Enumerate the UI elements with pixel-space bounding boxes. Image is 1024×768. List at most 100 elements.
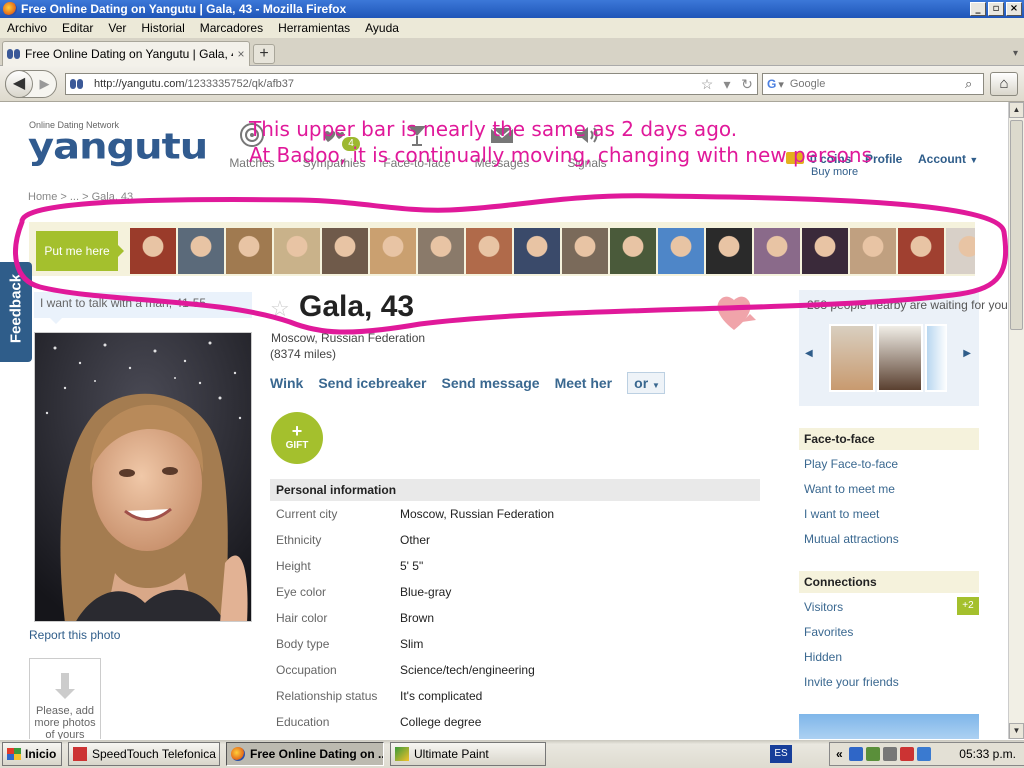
play-face-to-face-link[interactable]: Play Face-to-face xyxy=(799,450,979,475)
start-button[interactable]: Inicio xyxy=(2,742,62,766)
featured-user-photo[interactable] xyxy=(274,228,320,274)
close-button[interactable]: × xyxy=(1006,2,1022,16)
annotation-text: This upper bar is nearly the same as 2 d… xyxy=(249,116,872,168)
nearby-thumbnail[interactable] xyxy=(877,324,923,392)
scroll-down-icon[interactable]: ▼ xyxy=(1009,723,1024,739)
task-speedtouch[interactable]: SpeedTouch Telefonica ... xyxy=(68,742,220,766)
featured-user-photo[interactable] xyxy=(562,228,608,274)
tab-close-icon[interactable]: × xyxy=(233,47,249,61)
volume-icon[interactable] xyxy=(916,747,931,761)
tab-yangutu[interactable]: Free Online Dating on Yangutu | Gala, 43… xyxy=(2,41,250,66)
new-tab-button[interactable]: + xyxy=(253,44,275,64)
home-button[interactable]: ⌂ xyxy=(990,72,1018,96)
want-to-meet-me-link[interactable]: Want to meet me xyxy=(799,475,979,500)
menu-ver[interactable]: Ver xyxy=(108,21,126,35)
send-message-button[interactable]: Send message xyxy=(442,375,540,391)
url-bar[interactable]: http://yangutu.com/1233335752/qk/afb37 ☆… xyxy=(65,73,758,95)
security-icon[interactable] xyxy=(899,747,914,761)
search-bar[interactable]: G ▾ Google ⌕ xyxy=(762,73,984,95)
reload-icon[interactable]: ↻ xyxy=(737,76,757,93)
site-identity-icon[interactable] xyxy=(70,79,86,89)
report-photo-link[interactable]: Report this photo xyxy=(29,628,120,642)
favorite-star-icon[interactable]: ☆ xyxy=(270,296,290,322)
profile-main-photo[interactable] xyxy=(34,332,252,622)
profile-distance: (8374 miles) xyxy=(270,347,337,361)
maximize-button[interactable]: ▫ xyxy=(988,2,1004,16)
feedback-tab[interactable]: Feedback xyxy=(0,262,32,362)
promo-banner[interactable] xyxy=(799,714,979,739)
put-me-here-button[interactable]: Put me here xyxy=(36,231,124,271)
url-text[interactable]: http://yangutu.com/1233335752/qk/afb37 xyxy=(94,78,697,90)
featured-user-photo[interactable] xyxy=(658,228,704,274)
account-menu[interactable]: Account ▼ xyxy=(918,152,978,166)
search-engine-dropdown-icon[interactable]: ▾ xyxy=(778,78,784,91)
info-row: Occupation Science/tech/engineering xyxy=(276,663,535,677)
featured-user-photo[interactable] xyxy=(466,228,512,274)
nearby-thumbnail[interactable] xyxy=(925,324,947,392)
carousel-right-arrow-icon[interactable]: ▶ xyxy=(963,348,971,359)
featured-user-photo[interactable] xyxy=(706,228,752,274)
task-ultimate-paint[interactable]: Ultimate Paint xyxy=(390,742,546,766)
mutual-attractions-link[interactable]: Mutual attractions xyxy=(799,525,979,550)
breadcrumb[interactable]: Home > ... > Gala, 43 xyxy=(28,191,133,203)
featured-user-photo[interactable] xyxy=(898,228,944,274)
visitors-link[interactable]: Visitors +2 xyxy=(799,593,979,618)
bookmark-star-icon[interactable]: ☆ xyxy=(697,76,717,93)
menu-marcadores[interactable]: Marcadores xyxy=(200,21,263,35)
hidden-link[interactable]: Hidden xyxy=(799,643,979,668)
menu-herramientas[interactable]: Herramientas xyxy=(278,21,350,35)
display-icon[interactable] xyxy=(882,747,897,761)
info-row: Hair color Brown xyxy=(276,611,435,625)
forward-button[interactable]: ▶ xyxy=(33,76,56,92)
tray-expand-icon[interactable]: « xyxy=(836,747,843,761)
firefox-window: Free Online Dating on Yangutu | Gala, 43… xyxy=(0,0,1024,768)
google-search-engine-icon[interactable]: G xyxy=(767,77,776,91)
tray-app-icon[interactable] xyxy=(865,747,880,761)
featured-user-photo[interactable] xyxy=(754,228,800,274)
featured-user-photo[interactable] xyxy=(226,228,272,274)
search-input[interactable]: Google xyxy=(790,78,965,90)
featured-user-photo[interactable] xyxy=(610,228,656,274)
menu-historial[interactable]: Historial xyxy=(141,21,184,35)
tab-list-icon[interactable]: ▾ xyxy=(1013,48,1018,59)
featured-user-photo[interactable] xyxy=(946,228,975,274)
task-firefox[interactable]: Free Online Dating on ... xyxy=(226,742,384,766)
add-photos-box[interactable]: Please, add more photos of yours xyxy=(29,658,101,739)
heart-icon[interactable] xyxy=(714,292,758,332)
menu-editar[interactable]: Editar xyxy=(62,21,93,35)
scroll-up-icon[interactable]: ▲ xyxy=(1009,102,1024,118)
back-forward-group: ◀ ▶ xyxy=(5,70,57,98)
featured-user-photo[interactable] xyxy=(418,228,464,274)
featured-user-photo[interactable] xyxy=(322,228,368,274)
i-want-to-meet-link[interactable]: I want to meet xyxy=(799,500,979,525)
wink-button[interactable]: Wink xyxy=(270,375,303,391)
send-icebreaker-button[interactable]: Send icebreaker xyxy=(318,375,426,391)
featured-user-photo[interactable] xyxy=(130,228,176,274)
meet-her-button[interactable]: Meet her xyxy=(555,375,613,391)
yangutu-logo[interactable]: yangutu xyxy=(28,126,208,167)
gift-button[interactable]: + GIFT xyxy=(271,412,323,464)
featured-user-photo[interactable] xyxy=(802,228,848,274)
back-button[interactable]: ◀ xyxy=(5,70,33,98)
carousel-left-arrow-icon[interactable]: ◀ xyxy=(805,348,813,359)
nearby-thumbnail[interactable] xyxy=(829,324,875,392)
menu-archivo[interactable]: Archivo xyxy=(7,21,47,35)
nearby-title: 258 people nearby are waiting for you xyxy=(807,298,1008,312)
invite-friends-link[interactable]: Invite your friends xyxy=(799,668,979,693)
page-scrollbar[interactable]: ▲ ▼ xyxy=(1008,102,1024,739)
more-actions-dropdown[interactable]: or ▼ xyxy=(627,372,666,394)
featured-user-photo[interactable] xyxy=(370,228,416,274)
windows-logo-icon xyxy=(7,748,21,760)
featured-user-photo[interactable] xyxy=(178,228,224,274)
url-history-dropdown-icon[interactable]: ▾ xyxy=(717,76,737,93)
scrollbar-thumb[interactable] xyxy=(1010,120,1023,330)
search-magnifier-icon[interactable]: ⌕ xyxy=(965,76,983,92)
menu-ayuda[interactable]: Ayuda xyxy=(365,21,399,35)
minimize-button[interactable]: _ xyxy=(970,2,986,16)
network-icon[interactable] xyxy=(848,747,863,761)
favorites-link[interactable]: Favorites xyxy=(799,618,979,643)
info-row: Ethnicity Other xyxy=(276,533,431,547)
featured-user-photo[interactable] xyxy=(514,228,560,274)
language-indicator[interactable]: ES xyxy=(770,745,792,763)
featured-user-photo[interactable] xyxy=(850,228,896,274)
